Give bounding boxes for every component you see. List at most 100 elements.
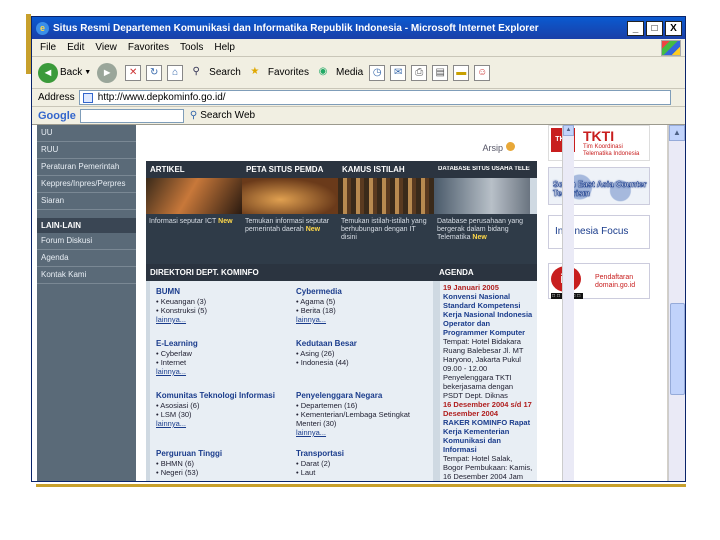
agenda-event-link[interactable]: RAKER KOMINFO Rapat Kerja Kementerian Ko… [443,418,534,454]
menu-tools[interactable]: Tools [180,42,203,53]
agenda-event-link[interactable]: Konvensi Nasional Standard Kompetensi Ke… [443,292,534,337]
category-item[interactable]: • LSM (30) [156,410,290,419]
agenda-date: 16 Desember 2004 s/d 17 Desember 2004 [443,400,532,418]
peta-image[interactable] [242,178,338,214]
sidebar-item-uu[interactable]: UU [37,125,136,142]
category-item[interactable]: • Darat (2) [296,459,430,468]
menu-help[interactable]: Help [214,42,235,53]
category-item[interactable]: • Berita (18) [296,306,430,315]
blurb-peta[interactable]: Temukan informasi seputar pemerintah dae… [242,214,338,264]
menu-view[interactable]: View [95,42,117,53]
menu-bar: File Edit View Favorites Tools Help [32,39,685,57]
category-item[interactable]: • Negeri (53) [156,468,290,477]
more-link[interactable]: lainnya... [156,367,290,376]
top-strip: Arsip [146,125,537,161]
blurb-database[interactable]: Database perusahaan yang bergerak dalam … [434,214,530,264]
page-icon [82,93,93,103]
maximize-button[interactable]: □ [646,20,663,36]
category-title[interactable]: Transportasi [296,449,430,458]
google-toolbar: Google ⚲ Search Web [32,107,685,125]
history-icon[interactable]: ◷ [369,64,386,81]
category-item[interactable]: • Asing (26) [296,349,430,358]
category-item[interactable]: • Konstruksi (5) [156,306,290,315]
menu-edit[interactable]: Edit [67,42,84,53]
google-search-input[interactable] [79,108,184,123]
home-icon[interactable]: ⌂ [167,64,184,81]
arsip-link[interactable]: Arsip [482,143,503,153]
category-item[interactable]: • Keuangan (3) [156,297,290,306]
edit-icon[interactable]: ▤ [432,64,449,81]
directory-category: E-Learning • Cyberlaw • Internet lainnya… [156,339,290,376]
more-link[interactable]: lainnya... [156,419,290,428]
refresh-icon[interactable]: ↻ [146,64,163,81]
sidebar-item-ruu[interactable]: RUU [37,142,136,159]
search-button[interactable]: ⚲ Search [188,65,241,81]
forward-button[interactable]: ► [97,62,119,83]
agenda-detail: Tempat: Hotel Salak, Bogor Pembukaan: Ka… [443,454,533,481]
back-label: Back [60,67,83,78]
category-title[interactable]: Penyelenggara Negara [296,391,430,400]
category-title[interactable]: E-Learning [156,339,290,348]
kamus-image[interactable] [338,178,434,214]
sidebar-item-peraturan[interactable]: Peraturan Pemerintah [37,159,136,176]
title-bar[interactable]: e Situs Resmi Departemen Komunikasi dan … [32,17,685,39]
scroll-up-icon[interactable]: ▲ [669,125,685,141]
sidebar-header: LAIN-LAIN [37,218,136,233]
category-title[interactable]: Perguruan Tinggi [156,449,290,458]
database-image[interactable] [434,178,530,214]
tab-kamus[interactable]: KAMUS ISTILAH [338,165,434,174]
tab-artikel[interactable]: ARTIKEL [146,165,242,174]
sidebar-item-keppres[interactable]: Keppres/Inpres/Perpres [37,176,136,193]
scroll-up-icon[interactable]: ▲ [563,125,574,136]
print-icon[interactable]: ⎙ [411,64,428,81]
stop-icon[interactable]: ✕ [125,64,142,81]
category-item[interactable]: • BHMN (6) [156,459,290,468]
category-item[interactable]: • Kementerian/Lembaga Setingkat Menteri … [296,410,430,428]
category-item[interactable]: • Asosiasi (6) [156,401,290,410]
scroll-thumb[interactable] [670,303,685,395]
menu-file[interactable]: File [40,42,56,53]
blurb-artikel[interactable]: Informasi seputar ICT New [146,214,242,264]
directory-category: Kedutaan Besar • Asing (26) • Indonesia … [296,339,430,367]
minimize-button[interactable]: _ [627,20,644,36]
back-dropdown-icon[interactable]: ▼ [84,69,91,76]
category-title[interactable]: Komunitas Teknologi Informasi [156,391,290,400]
messenger-icon[interactable]: ☺ [474,64,491,81]
sidebar-item-kontak[interactable]: Kontak Kami [37,267,136,284]
more-link[interactable]: lainnya... [156,315,290,324]
menu-favorites[interactable]: Favorites [128,42,169,53]
category-title[interactable]: Cybermedia [296,287,430,296]
google-search-button[interactable]: Search Web [200,110,255,121]
category-item[interactable]: • Laut [296,468,430,477]
blurb-kamus[interactable]: Temukan istilah-istilah yang berhubungan… [338,214,434,264]
tab-peta-situs[interactable]: PETA SITUS PEMDA [242,165,338,174]
category-item[interactable]: • Indonesia (44) [296,358,430,367]
category-title[interactable]: Kedutaan Besar [296,339,430,348]
close-button[interactable]: X [665,20,682,36]
forward-arrow-icon: ► [97,62,118,83]
favorites-button[interactable]: ★ Favorites [247,65,309,81]
folder-icon[interactable]: ▬ [453,64,470,81]
tab-database[interactable]: DATABASE SITUS USAHA TELEMATIKA [434,166,530,173]
category-item[interactable]: • Departemen (16) [296,401,430,410]
media-button[interactable]: ◉ Media [315,65,364,81]
category-item[interactable]: • Agama (5) [296,297,430,306]
mail-icon[interactable]: ✉ [390,64,407,81]
ad-scrollbar[interactable]: ▲ [562,125,574,481]
google-logo[interactable]: Google [38,110,76,122]
vertical-scrollbar[interactable]: ▲ [668,125,685,481]
back-button[interactable]: ◄ Back ▼ [38,62,91,83]
sidebar-item-forum[interactable]: Forum Diskusi [37,233,136,250]
agenda-date: 19 Januari 2005 [443,283,499,292]
sidebar-item-agenda[interactable]: Agenda [37,250,136,267]
address-input[interactable]: http://www.depkominfo.go.id/ [78,90,671,105]
windows-logo-icon [661,40,681,56]
sidebar-item-siaran[interactable]: Siaran [37,193,136,210]
category-item[interactable]: • Cyberlaw [156,349,290,358]
category-title[interactable]: BUMN [156,287,290,296]
category-item[interactable]: • Internet [156,358,290,367]
more-link[interactable]: lainnya... [296,315,430,324]
new-badge: New [472,234,487,241]
artikel-image[interactable] [146,178,242,214]
more-link[interactable]: lainnya... [296,428,430,437]
